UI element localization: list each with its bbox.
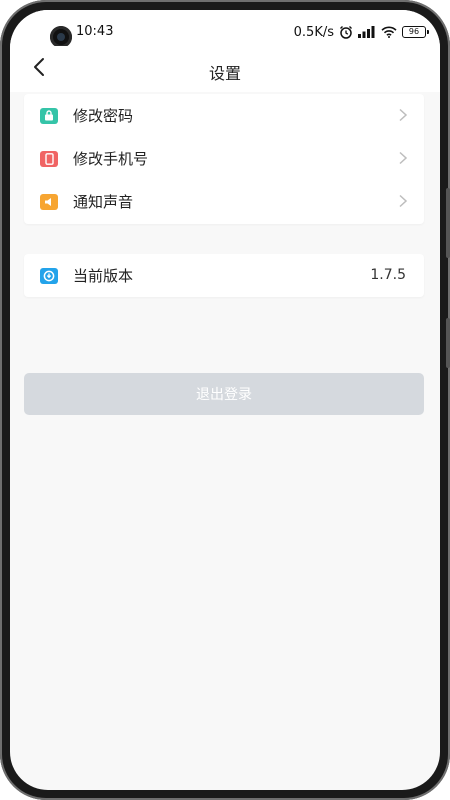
- version-icon: [40, 267, 58, 284]
- lock-icon: [40, 107, 58, 124]
- status-bar: 10:43 0.5K/s 96: [10, 10, 440, 48]
- settings-item-notification-sound[interactable]: 通知声音: [24, 180, 424, 223]
- power-button: [446, 318, 450, 368]
- phone-icon: [40, 150, 58, 167]
- chevron-right-icon: [399, 108, 408, 122]
- logout-button[interactable]: 退出登录: [24, 373, 424, 415]
- wifi-icon: [381, 26, 397, 38]
- settings-item-current-version[interactable]: 当前版本 1.7.5: [24, 254, 424, 297]
- battery-icon: 96: [402, 26, 429, 38]
- settings-item-label: 当前版本: [73, 267, 134, 285]
- status-right-group: 0.5K/s 96: [293, 24, 429, 40]
- camera-icon: [50, 26, 72, 48]
- settings-item-change-password[interactable]: 修改密码: [24, 94, 424, 137]
- speaker-icon: [40, 193, 58, 210]
- chevron-right-icon: [399, 151, 408, 165]
- screen: 10:43 0.5K/s 96 设置 修改密码 修改手机号 通知声音 当前版本 …: [10, 10, 440, 790]
- signal-icon: [358, 26, 376, 38]
- alarm-icon: [339, 25, 353, 39]
- settings-card-about: 当前版本 1.7.5: [24, 254, 424, 297]
- settings-item-label: 修改密码: [73, 107, 134, 125]
- phone-frame: 10:43 0.5K/s 96 设置 修改密码 修改手机号 通知声音 当前版本 …: [0, 0, 450, 800]
- nav-bar: 设置: [10, 46, 440, 92]
- version-value: 1.7.5: [370, 267, 406, 283]
- chevron-right-icon: [399, 194, 408, 208]
- page-title: 设置: [208, 64, 241, 83]
- settings-item-label: 通知声音: [73, 193, 134, 211]
- settings-item-change-phone[interactable]: 修改手机号: [24, 137, 424, 180]
- volume-button: [446, 188, 450, 258]
- network-speed: 0.5K/s: [293, 24, 334, 40]
- home-indicator: [10, 774, 440, 790]
- status-time: 10:43: [76, 24, 114, 39]
- settings-item-label: 修改手机号: [73, 150, 149, 168]
- settings-card-account: 修改密码 修改手机号 通知声音: [24, 94, 424, 224]
